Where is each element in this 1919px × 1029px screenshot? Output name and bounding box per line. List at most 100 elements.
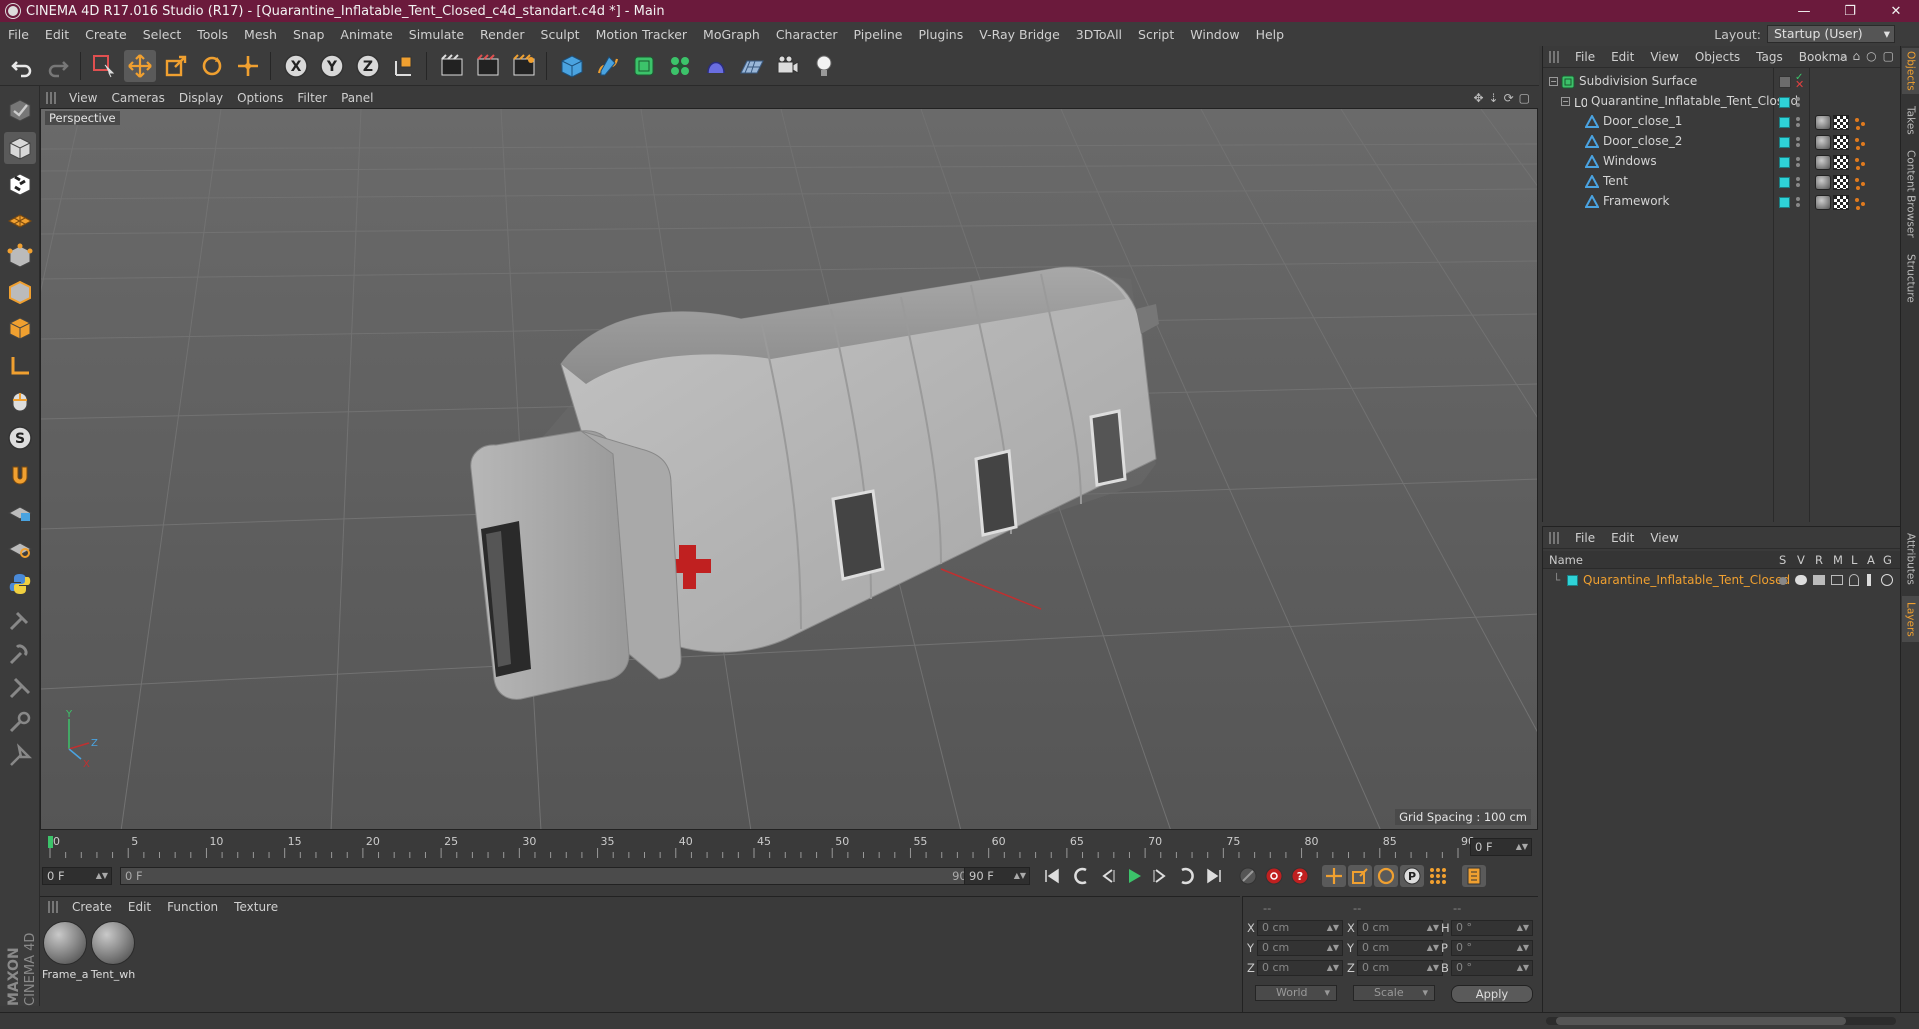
uvw-tag-icon[interactable]	[1833, 175, 1849, 190]
key-pla-icon[interactable]	[1426, 865, 1450, 887]
cloner-icon[interactable]	[664, 50, 696, 82]
object-row-subdivision-surface[interactable]: − Subdivision Surface ✓ ✕	[1543, 72, 1901, 92]
side-tab-objects[interactable]: Objects	[1902, 48, 1919, 94]
object-menu-view[interactable]: View	[1642, 50, 1686, 64]
layer-horizontal-scrollbar[interactable]	[1546, 1017, 1896, 1025]
key-position-icon[interactable]	[1322, 865, 1346, 887]
timeline-window-icon[interactable]	[1462, 865, 1486, 887]
transform-tool-icon[interactable]	[232, 50, 264, 82]
key-rotation-icon[interactable]	[1374, 865, 1398, 887]
rotation-p-field[interactable]: 0 ° ▲▼	[1451, 940, 1533, 956]
frame-range-slider[interactable]: 0 F 90 F ▸	[120, 867, 992, 885]
workplane-mode-icon[interactable]	[4, 202, 36, 234]
side-tab-structure[interactable]: Structure	[1902, 248, 1919, 308]
size-y-field[interactable]: 0 cm ▲▼	[1357, 940, 1443, 956]
object-search-icon[interactable]: ⌕	[1840, 49, 1847, 64]
edges-mode-icon[interactable]	[4, 276, 36, 308]
menu-sculpt[interactable]: Sculpt	[533, 27, 588, 42]
menu-mograph[interactable]: MoGraph	[695, 27, 768, 42]
key-parameter-icon[interactable]: P	[1400, 865, 1424, 887]
autokeying-icon[interactable]: ?	[1288, 865, 1312, 887]
perspective-viewport[interactable]: Y Z X Perspective Grid Spacing : 100 cm	[40, 108, 1538, 830]
layer-lock-icon[interactable]	[1849, 574, 1859, 586]
render-view-icon[interactable]	[436, 50, 468, 82]
menu-help[interactable]: Help	[1248, 27, 1293, 42]
layer-menu-file[interactable]: File	[1567, 531, 1603, 545]
position-y-field[interactable]: 0 cm ▲▼	[1257, 940, 1343, 956]
menu-character[interactable]: Character	[768, 27, 846, 42]
layer-animation-icon[interactable]	[1867, 574, 1871, 586]
locked-workplane-icon[interactable]	[4, 496, 36, 528]
menu-vray-bridge[interactable]: V-Ray Bridge	[971, 27, 1068, 42]
disabled-cross-icon[interactable]: ✕	[1795, 79, 1804, 90]
menu-render[interactable]: Render	[472, 27, 533, 42]
material-menu-texture[interactable]: Texture	[226, 900, 286, 914]
menu-tools[interactable]: Tools	[189, 27, 236, 42]
model-mode-icon[interactable]	[4, 132, 36, 164]
make-editable-icon[interactable]	[4, 94, 36, 126]
material-swatch[interactable]: Tent_wh	[90, 921, 136, 983]
visibility-dots-icon[interactable]	[1795, 196, 1801, 208]
end-frame-field[interactable]: 90 F ▲▼	[964, 867, 1030, 885]
menu-motion-tracker[interactable]: Motion Tracker	[588, 27, 695, 42]
python-icon[interactable]	[4, 568, 36, 600]
maximize-button[interactable]: ❐	[1827, 0, 1873, 22]
menu-animate[interactable]: Animate	[332, 27, 400, 42]
layer-color-flag[interactable]	[1779, 137, 1790, 148]
size-z-field[interactable]: 0 cm ▲▼	[1357, 960, 1443, 976]
tweak-mode-icon[interactable]	[4, 386, 36, 418]
size-x-field[interactable]: 0 cm ▲▼	[1357, 920, 1443, 936]
object-row-framework[interactable]: Framework	[1543, 192, 1901, 212]
uvw-tag-icon[interactable]	[1833, 155, 1849, 170]
viewport-menu-options[interactable]: Options	[230, 91, 290, 105]
object-row-door-close-1[interactable]: Door_close_1	[1543, 112, 1901, 132]
current-frame-field[interactable]: 0 F ▲▼	[1470, 838, 1532, 856]
selection-tag-icon[interactable]	[1851, 195, 1867, 210]
layer-row[interactable]: └ Quarantine_Inflatable_Tent_Closed	[1543, 571, 1901, 591]
snap-icon[interactable]	[4, 460, 36, 492]
layer-toggle-icon[interactable]	[1779, 76, 1791, 88]
rotation-b-field[interactable]: 0 ° ▲▼	[1451, 960, 1533, 976]
menu-script[interactable]: Script	[1130, 27, 1182, 42]
render-to-picture-viewer-icon[interactable]	[508, 50, 540, 82]
visibility-dots-icon[interactable]	[1795, 156, 1801, 168]
next-frame-icon[interactable]	[1148, 865, 1172, 887]
live-selection-icon[interactable]	[88, 50, 120, 82]
rotate-tool-icon[interactable]	[196, 50, 228, 82]
axis-mode-icon[interactable]	[4, 350, 36, 382]
menu-window[interactable]: Window	[1182, 27, 1247, 42]
layout-dropdown[interactable]: Startup (User)	[1767, 25, 1895, 43]
planar-workplane-icon[interactable]	[4, 532, 36, 564]
key-scale-icon[interactable]	[1348, 865, 1372, 887]
layer-menu-edit[interactable]: Edit	[1603, 531, 1642, 545]
position-x-field[interactable]: 0 cm ▲▼	[1257, 920, 1343, 936]
x-axis-lock-icon[interactable]: X	[280, 50, 312, 82]
texture-tag-icon[interactable]	[1815, 175, 1831, 190]
side-tab-takes[interactable]: Takes	[1902, 100, 1919, 140]
viewport-dolly-icon[interactable]: ⇣	[1489, 91, 1499, 105]
viewport-menu-view[interactable]: View	[62, 91, 104, 105]
material-swatch[interactable]: Frame_a	[42, 921, 88, 983]
menu-simulate[interactable]: Simulate	[401, 27, 472, 42]
texture-tag-icon[interactable]	[1815, 155, 1831, 170]
minimize-button[interactable]: —	[1781, 0, 1827, 22]
layer-color-flag[interactable]	[1779, 117, 1790, 128]
selection-tag-icon[interactable]	[1851, 115, 1867, 130]
deformer-icon[interactable]	[700, 50, 732, 82]
menu-file[interactable]: File	[0, 27, 37, 42]
layer-color-flag[interactable]	[1779, 177, 1790, 188]
menu-pipeline[interactable]: Pipeline	[846, 27, 911, 42]
layer-color-swatch[interactable]	[1567, 575, 1578, 586]
viewport-orbit-icon[interactable]: ⟳	[1504, 91, 1514, 105]
menu-select[interactable]: Select	[135, 27, 190, 42]
polygons-mode-icon[interactable]	[4, 312, 36, 344]
play-forward-icon[interactable]	[1122, 865, 1146, 887]
solo-mode-icon[interactable]: S	[4, 422, 36, 454]
close-button[interactable]: ✕	[1873, 0, 1919, 22]
uvw-tag-icon[interactable]	[1833, 195, 1849, 210]
object-home-icon[interactable]: ⌂	[1853, 49, 1861, 64]
viewport-pan-icon[interactable]: ✥	[1473, 91, 1483, 105]
z-axis-lock-icon[interactable]: Z	[352, 50, 384, 82]
menu-mesh[interactable]: Mesh	[236, 27, 285, 42]
object-row-tent-null[interactable]: − L0 Quarantine_Inflatable_Tent_Closed	[1543, 92, 1901, 112]
